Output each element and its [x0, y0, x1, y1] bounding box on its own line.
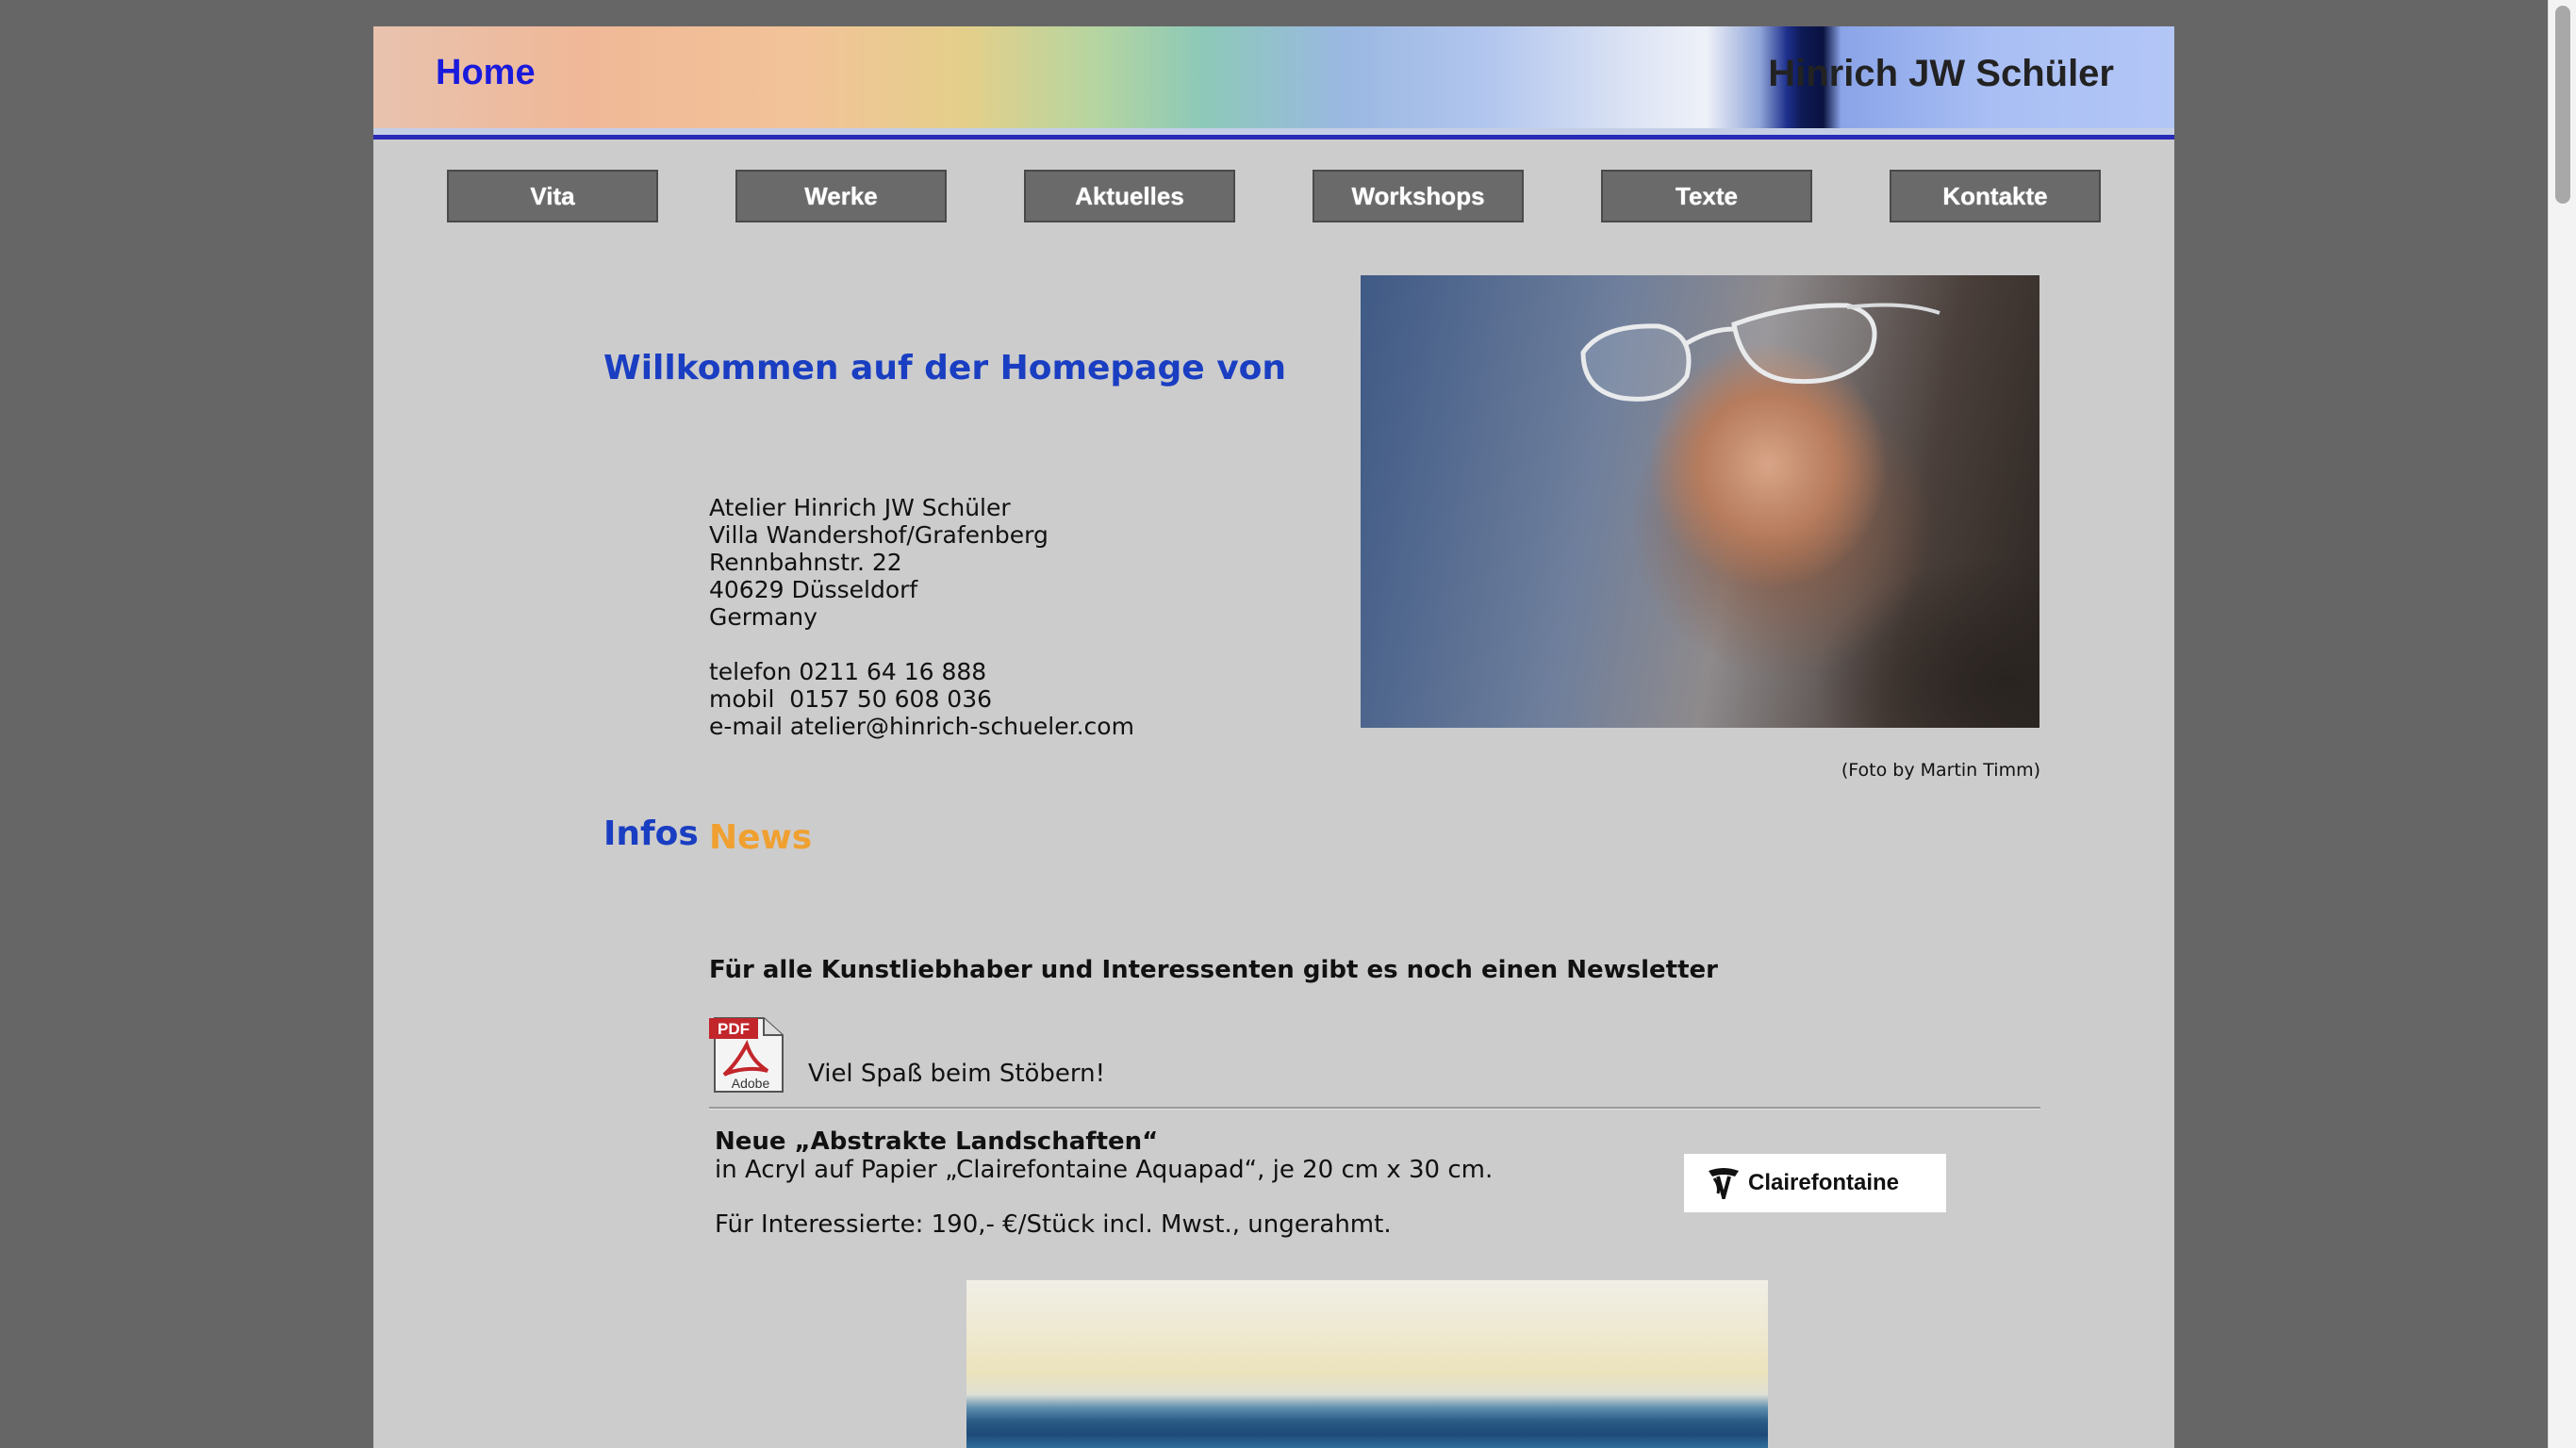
contact-block: telefon 0211 64 16 888 mobil 0157 50 608…: [709, 658, 1134, 740]
mobile-line: mobil 0157 50 608 036: [709, 685, 993, 713]
clairefontaine-logo[interactable]: Clairefontaine: [1684, 1154, 1946, 1212]
newsletter-text: Für alle Kunstliebhaber und Interessente…: [709, 956, 1718, 984]
vertical-scrollbar[interactable]: [2548, 0, 2576, 1448]
pdf-icon[interactable]: PDF Adobe: [709, 1016, 784, 1094]
news-item-price: Für Interessierte: 190,- €/Stück incl. M…: [715, 1210, 1392, 1239]
page-title: Home: [436, 53, 536, 92]
nav-button-werke[interactable]: Werke: [735, 170, 947, 222]
browse-message: Viel Spaß beim Stöbern!: [808, 1060, 1106, 1088]
phone-line: telefon 0211 64 16 888: [709, 658, 987, 685]
address-line: 40629 Düsseldorf: [709, 576, 918, 603]
page-container: Home Hinrich JW Schüler Vita Werke Aktue…: [373, 26, 2174, 1448]
section-divider: [709, 1107, 2040, 1110]
nav-button-aktuelles[interactable]: Aktuelles: [1024, 170, 1235, 222]
clairefontaine-logo-text: Clairefontaine: [1748, 1170, 1900, 1195]
pdf-icon-label: PDF: [718, 1020, 750, 1038]
address-block: Atelier Hinrich JW Schüler Villa Wanders…: [709, 494, 1049, 631]
address-line: Germany: [709, 603, 817, 631]
nav-button-texte[interactable]: Texte: [1601, 170, 1812, 222]
nav-button-kontakte[interactable]: Kontakte: [1890, 170, 2101, 222]
header-banner: Home Hinrich JW Schüler: [373, 26, 2174, 128]
glasses-graphic: [1580, 303, 1940, 402]
clairefontaine-emblem-icon: [1709, 1168, 1739, 1199]
site-name: Hinrich JW Schüler: [1768, 53, 2114, 94]
address-line: Atelier Hinrich JW Schüler: [709, 494, 1011, 521]
artwork-image[interactable]: [966, 1280, 1768, 1448]
scrollbar-thumb[interactable]: [2555, 6, 2570, 204]
portrait-photo: [1361, 275, 2039, 728]
address-line: Rennbahnstr. 22: [709, 549, 902, 576]
adobe-label: Adobe: [732, 1076, 770, 1091]
news-item-title: Neue „Abstrakte Landschaften“: [715, 1127, 1159, 1156]
welcome-heading: Willkommen auf der Homepage von: [603, 349, 1287, 387]
photo-credit: (Foto by Martin Timm): [1841, 760, 2040, 781]
news-item-description: in Acryl auf Papier „Clairefontaine Aqua…: [715, 1156, 1494, 1184]
infos-heading: Infos: [603, 814, 699, 853]
nav-button-vita[interactable]: Vita: [447, 170, 658, 222]
nav-button-workshops[interactable]: Workshops: [1313, 170, 1524, 222]
address-line: Villa Wandershof/Grafenberg: [709, 521, 1049, 549]
email-line[interactable]: e-mail atelier@hinrich-schueler.com: [709, 713, 1134, 740]
news-heading[interactable]: News: [709, 818, 812, 857]
header-divider: [373, 128, 2174, 140]
